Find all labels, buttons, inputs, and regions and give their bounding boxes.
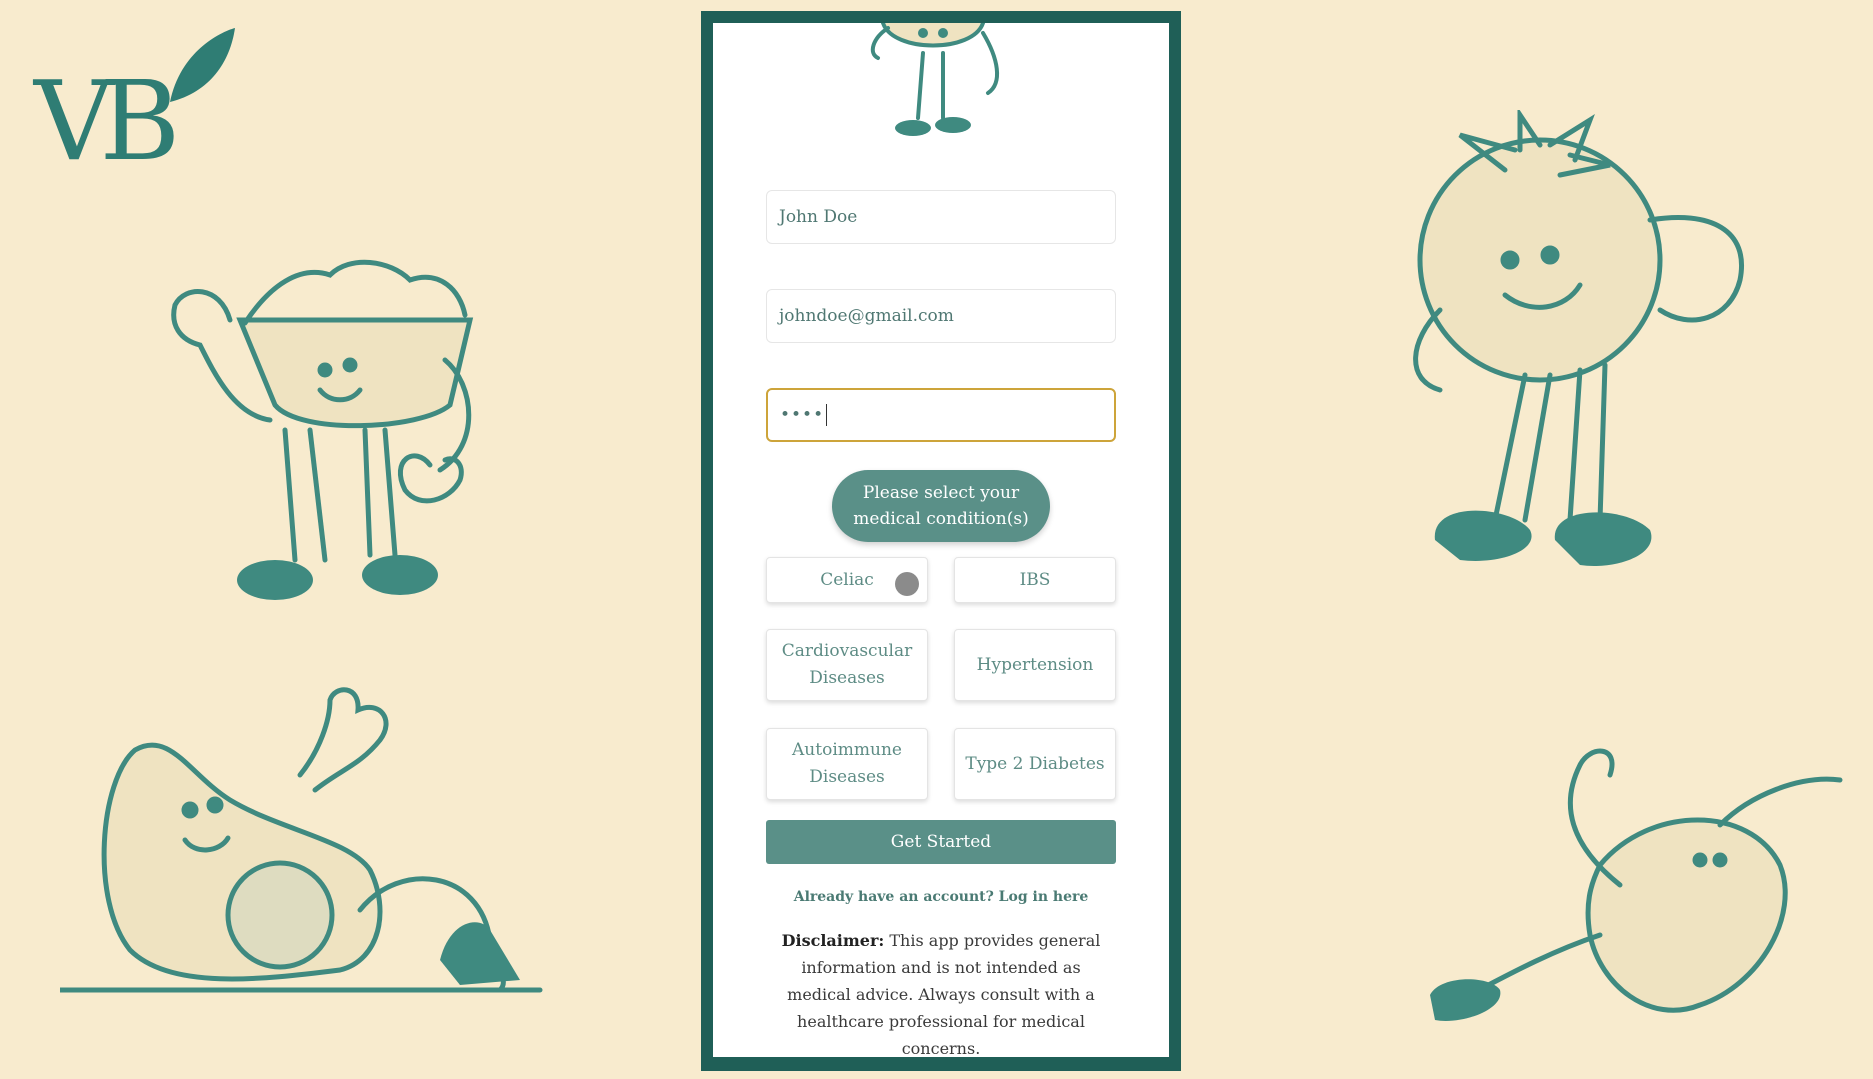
condition-option-hypertension[interactable]: Hypertension <box>954 629 1116 701</box>
touch-indicator <box>895 572 919 596</box>
login-link[interactable]: Already have an account? Log in here <box>713 889 1169 905</box>
condition-label: Type 2 Diabetes <box>965 753 1105 774</box>
salad-bowl-mascot-illustration <box>171 259 474 600</box>
brand-logo: VB <box>32 28 235 167</box>
password-input[interactable]: •••• <box>766 388 1116 442</box>
disclaimer-text: Disclaimer: This app provides general in… <box>771 927 1111 1057</box>
condition-label: Autoimmune <box>792 740 902 760</box>
signup-screen: John Doe johndoe@gmail.com •••• Please s… <box>713 23 1169 1057</box>
get-started-button[interactable]: Get Started <box>766 820 1116 864</box>
condition-label: Celiac <box>820 569 874 590</box>
conditions-prompt-line1: Please select your <box>862 483 1020 503</box>
full-name-value: John Doe <box>779 207 858 227</box>
conditions-prompt-line2: medical condition(s) <box>853 509 1029 529</box>
condition-option-autoimmune-diseases[interactable]: Autoimmune Diseases <box>766 728 928 800</box>
leaf-icon <box>170 28 235 102</box>
pepper-mascot-illustration <box>1430 748 1843 1021</box>
tomato-mascot-illustration <box>1413 110 1744 566</box>
condition-label: Hypertension <box>976 654 1094 675</box>
condition-option-cardiovascular-diseases[interactable]: Cardiovascular Diseases <box>766 629 928 701</box>
condition-label: IBS <box>1019 569 1051 590</box>
password-masked-value: •••• <box>780 405 825 425</box>
condition-option-type-2-diabetes[interactable]: Type 2 Diabetes <box>954 728 1116 800</box>
text-cursor <box>826 404 828 426</box>
condition-option-ibs[interactable]: IBS <box>954 557 1116 603</box>
brand-logo-text: VB <box>32 57 174 167</box>
email-input[interactable]: johndoe@gmail.com <box>766 289 1116 343</box>
condition-label: Cardiovascular <box>781 641 913 661</box>
email-value: johndoe@gmail.com <box>779 306 954 326</box>
avocado-mascot-illustration <box>60 687 543 993</box>
condition-label-line2: Diseases <box>809 767 885 787</box>
condition-label-line2: Diseases <box>809 668 885 688</box>
mascot-header-illustration <box>870 23 1000 136</box>
conditions-prompt-badge: Please select your medical condition(s) <box>832 470 1050 542</box>
full-name-input[interactable]: John Doe <box>766 190 1116 244</box>
disclaimer-label: Disclaimer: <box>781 931 885 950</box>
phone-frame: John Doe johndoe@gmail.com •••• Please s… <box>701 11 1181 1071</box>
